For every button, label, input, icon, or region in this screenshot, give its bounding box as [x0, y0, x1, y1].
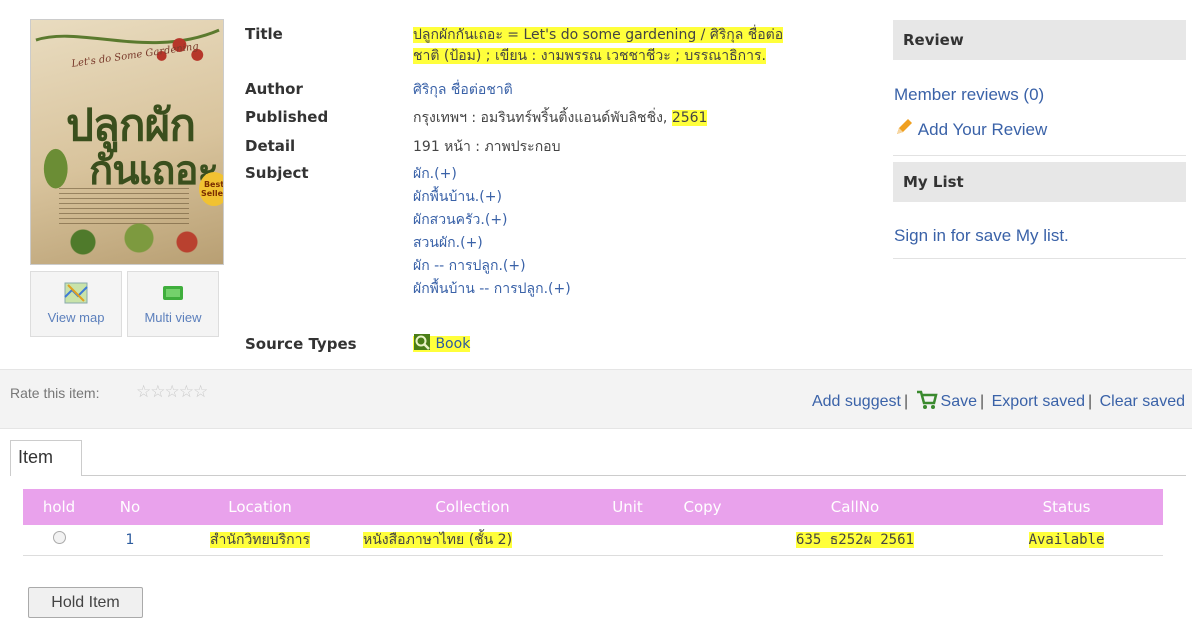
subject-label: Subject — [245, 164, 309, 182]
detail-value: 191 หน้า : ภาพประกอบ — [413, 139, 561, 155]
add-review-label: Add Your Review — [917, 120, 1048, 139]
subject-list: ผัก.(+) ผักพื้นบ้าน.(+) ผักสวนครัว.(+) ส… — [413, 164, 571, 300]
source-types-label: Source Types — [245, 335, 357, 353]
row-no: 1 — [95, 525, 165, 556]
tab-divider — [82, 475, 1186, 476]
collection-value: หนังสือภาษาไทย (ชั้น 2) — [363, 531, 513, 548]
add-review-link[interactable]: Add Your Review — [894, 117, 1047, 140]
title-line2: ชาติ (ป้อม) ; เขียน : งามพรรณ เวชชาชีวะ … — [413, 48, 766, 64]
items-table: hold No Location Collection Unit Copy Ca… — [23, 489, 1163, 556]
view-map-button[interactable]: View map — [30, 271, 122, 337]
col-no: No — [95, 489, 165, 525]
subject-link[interactable]: ผักพื้นบ้าน -- การปลูก.(+) — [413, 279, 571, 300]
book-icon — [414, 334, 430, 350]
published-year: 2561 — [671, 110, 708, 126]
pencil-icon — [897, 119, 912, 134]
col-callno: CallNo — [740, 489, 970, 525]
callno-value: 635 ธ252ผ 2561 — [796, 531, 914, 548]
hold-item-button[interactable]: Hold Item — [28, 587, 143, 618]
title-line1: ปลูกผักกันเถอะ = Let's do some gardening… — [413, 27, 784, 43]
view-map-label: View map — [47, 310, 105, 325]
row-callno: 635 ธ252ผ 2561 — [740, 525, 970, 556]
detail-label: Detail — [245, 137, 296, 155]
cover-vegetables — [51, 218, 211, 258]
source-type-badge[interactable]: Book — [413, 334, 471, 352]
published-value: กรุงเทพฯ : อมรินทร์พริ้นติ้งแอนด์พับลิชช… — [413, 108, 708, 129]
tab-item[interactable]: Item — [10, 440, 82, 476]
author-link[interactable]: ศิริกุล ชื่อต่อชาติ — [413, 80, 513, 101]
star-icon[interactable]: ☆ — [193, 382, 208, 402]
author-label: Author — [245, 80, 303, 98]
col-status: Status — [970, 489, 1163, 525]
row-copy — [665, 525, 740, 556]
table-header-row: hold No Location Collection Unit Copy Ca… — [23, 489, 1163, 525]
sidebar-divider — [893, 155, 1186, 156]
subject-link[interactable]: ผัก.(+) — [413, 164, 571, 185]
rate-label: Rate this item: — [10, 385, 100, 401]
multi-view-label: Multi view — [144, 310, 202, 325]
col-unit: Unit — [590, 489, 665, 525]
sign-in-link[interactable]: Sign in for save My list. — [894, 226, 1069, 246]
col-copy: Copy — [665, 489, 740, 525]
map-icon — [64, 282, 88, 304]
col-location: Location — [165, 489, 355, 525]
title-value: ปลูกผักกันเถอะ = Let's do some gardening… — [413, 25, 784, 67]
col-hold: hold — [23, 489, 95, 525]
star-icon[interactable]: ☆ — [136, 382, 151, 402]
sidebar-divider — [893, 258, 1186, 259]
hold-radio[interactable] — [52, 531, 66, 545]
member-reviews-link[interactable]: Member reviews (0) — [894, 85, 1044, 105]
table-row: 1 สำนักวิทยบริการ หนังสือภาษาไทย (ชั้น 2… — [23, 525, 1163, 556]
review-heading: Review — [893, 20, 1186, 60]
star-icon[interactable]: ☆ — [150, 382, 165, 402]
row-status: Available — [970, 525, 1163, 556]
export-saved-link[interactable]: Export saved — [992, 393, 1085, 410]
published-place: กรุงเทพฯ : อมรินทร์พริ้นติ้งแอนด์พับลิชช… — [413, 110, 668, 126]
multi-view-button[interactable]: Multi view — [127, 271, 219, 337]
item-actions: Add suggest | Save | Export saved | Clear s… — [812, 390, 1185, 411]
rating-stars[interactable]: ☆☆☆☆☆ — [136, 382, 208, 402]
source-type-value[interactable]: Book — [413, 333, 471, 355]
subject-link[interactable]: ผักสวนครัว.(+) — [413, 210, 571, 231]
save-link[interactable]: Save — [941, 393, 977, 410]
multi-view-icon — [163, 286, 183, 300]
location-value: สำนักวิทยบริการ — [209, 531, 310, 548]
star-icon[interactable]: ☆ — [165, 382, 180, 402]
my-list-heading: My List — [893, 162, 1186, 202]
add-suggest-link[interactable]: Add suggest — [812, 393, 901, 410]
status-value: Available — [1028, 531, 1105, 548]
title-label: Title — [245, 25, 283, 43]
clear-saved-link[interactable]: Clear saved — [1100, 393, 1185, 410]
subject-link[interactable]: สวนผัก.(+) — [413, 233, 571, 254]
subject-link[interactable]: ผัก -- การปลูก.(+) — [413, 256, 571, 277]
book-label: Book — [435, 336, 471, 352]
subject-link[interactable]: ผักพื้นบ้าน.(+) — [413, 187, 571, 208]
col-collection: Collection — [355, 489, 590, 525]
cart-icon — [916, 390, 938, 409]
best-seller-badge: Best Seller — [199, 172, 223, 206]
book-cover-image: Let's do Some Gardening ปลูกผัก กันเถอะ … — [30, 19, 224, 265]
published-label: Published — [245, 108, 329, 126]
star-icon[interactable]: ☆ — [179, 382, 194, 402]
hold-radio-cell — [23, 525, 95, 556]
row-unit — [590, 525, 665, 556]
row-location: สำนักวิทยบริการ — [165, 525, 355, 556]
row-collection: หนังสือภาษาไทย (ชั้น 2) — [355, 525, 590, 556]
